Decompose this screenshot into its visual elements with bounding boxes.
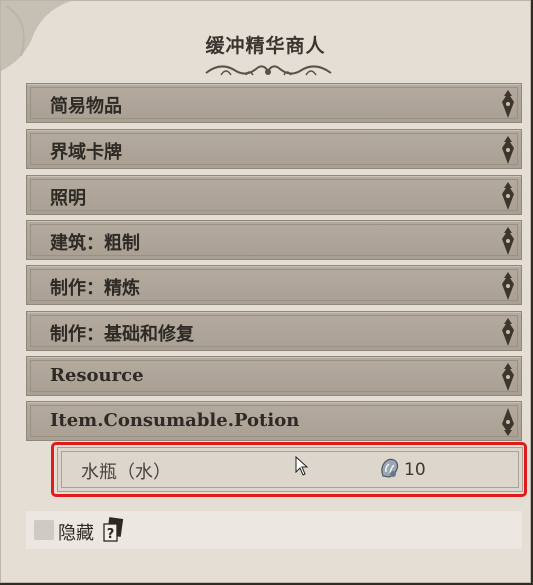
category-label: 界域卡牌 bbox=[50, 142, 122, 163]
chevron-down-icon bbox=[502, 272, 514, 300]
category-resource[interactable]: Resource bbox=[26, 356, 522, 396]
chevron-down-icon bbox=[502, 90, 514, 118]
category-crafting-refined[interactable]: 制作：精炼 bbox=[26, 265, 522, 305]
category-label: Resource bbox=[50, 365, 144, 386]
category-realm-cards[interactable]: 界域卡牌 bbox=[26, 129, 522, 169]
category-label: 简易物品 bbox=[50, 96, 122, 117]
chevron-down-icon bbox=[502, 363, 514, 391]
category-consumable-potion[interactable]: Item.Consumable.Potion bbox=[26, 401, 522, 441]
chevron-down-icon bbox=[502, 136, 514, 164]
category-label: 建筑：粗制 bbox=[50, 233, 140, 254]
category-crafting-basic-repair[interactable]: 制作：基础和修复 bbox=[26, 311, 522, 351]
category-building-crude[interactable]: 建筑：粗制 bbox=[26, 220, 522, 260]
chevron-down-icon bbox=[502, 182, 514, 210]
hide-checkbox[interactable] bbox=[34, 520, 54, 540]
title-ornament-icon bbox=[205, 65, 332, 76]
selection-highlight bbox=[51, 442, 527, 497]
category-lighting[interactable]: 照明 bbox=[26, 175, 522, 215]
category-label: 制作：基础和修复 bbox=[50, 324, 194, 345]
category-label: 照明 bbox=[50, 188, 86, 209]
chevron-up-icon bbox=[502, 408, 514, 436]
category-label: 制作：精炼 bbox=[50, 278, 140, 299]
svg-text:?: ? bbox=[107, 527, 115, 542]
category-simple-items[interactable]: 简易物品 bbox=[26, 83, 522, 123]
hide-label: 隐藏 bbox=[58, 523, 94, 544]
category-frame bbox=[30, 179, 518, 211]
mouse-cursor-icon bbox=[295, 456, 309, 476]
category-label: Item.Consumable.Potion bbox=[50, 410, 300, 431]
merchant-panel: 缓冲精华商人 简易物品 界域卡牌 照明 建筑：粗制 制作：精炼 制作：基础和修复… bbox=[0, 0, 531, 583]
chevron-down-icon bbox=[502, 318, 514, 346]
footer-bar: 隐藏 ? bbox=[26, 511, 522, 549]
merchant-title: 缓冲精华商人 bbox=[205, 35, 326, 57]
chevron-down-icon bbox=[502, 227, 514, 255]
help-book-icon[interactable]: ? bbox=[102, 517, 124, 543]
